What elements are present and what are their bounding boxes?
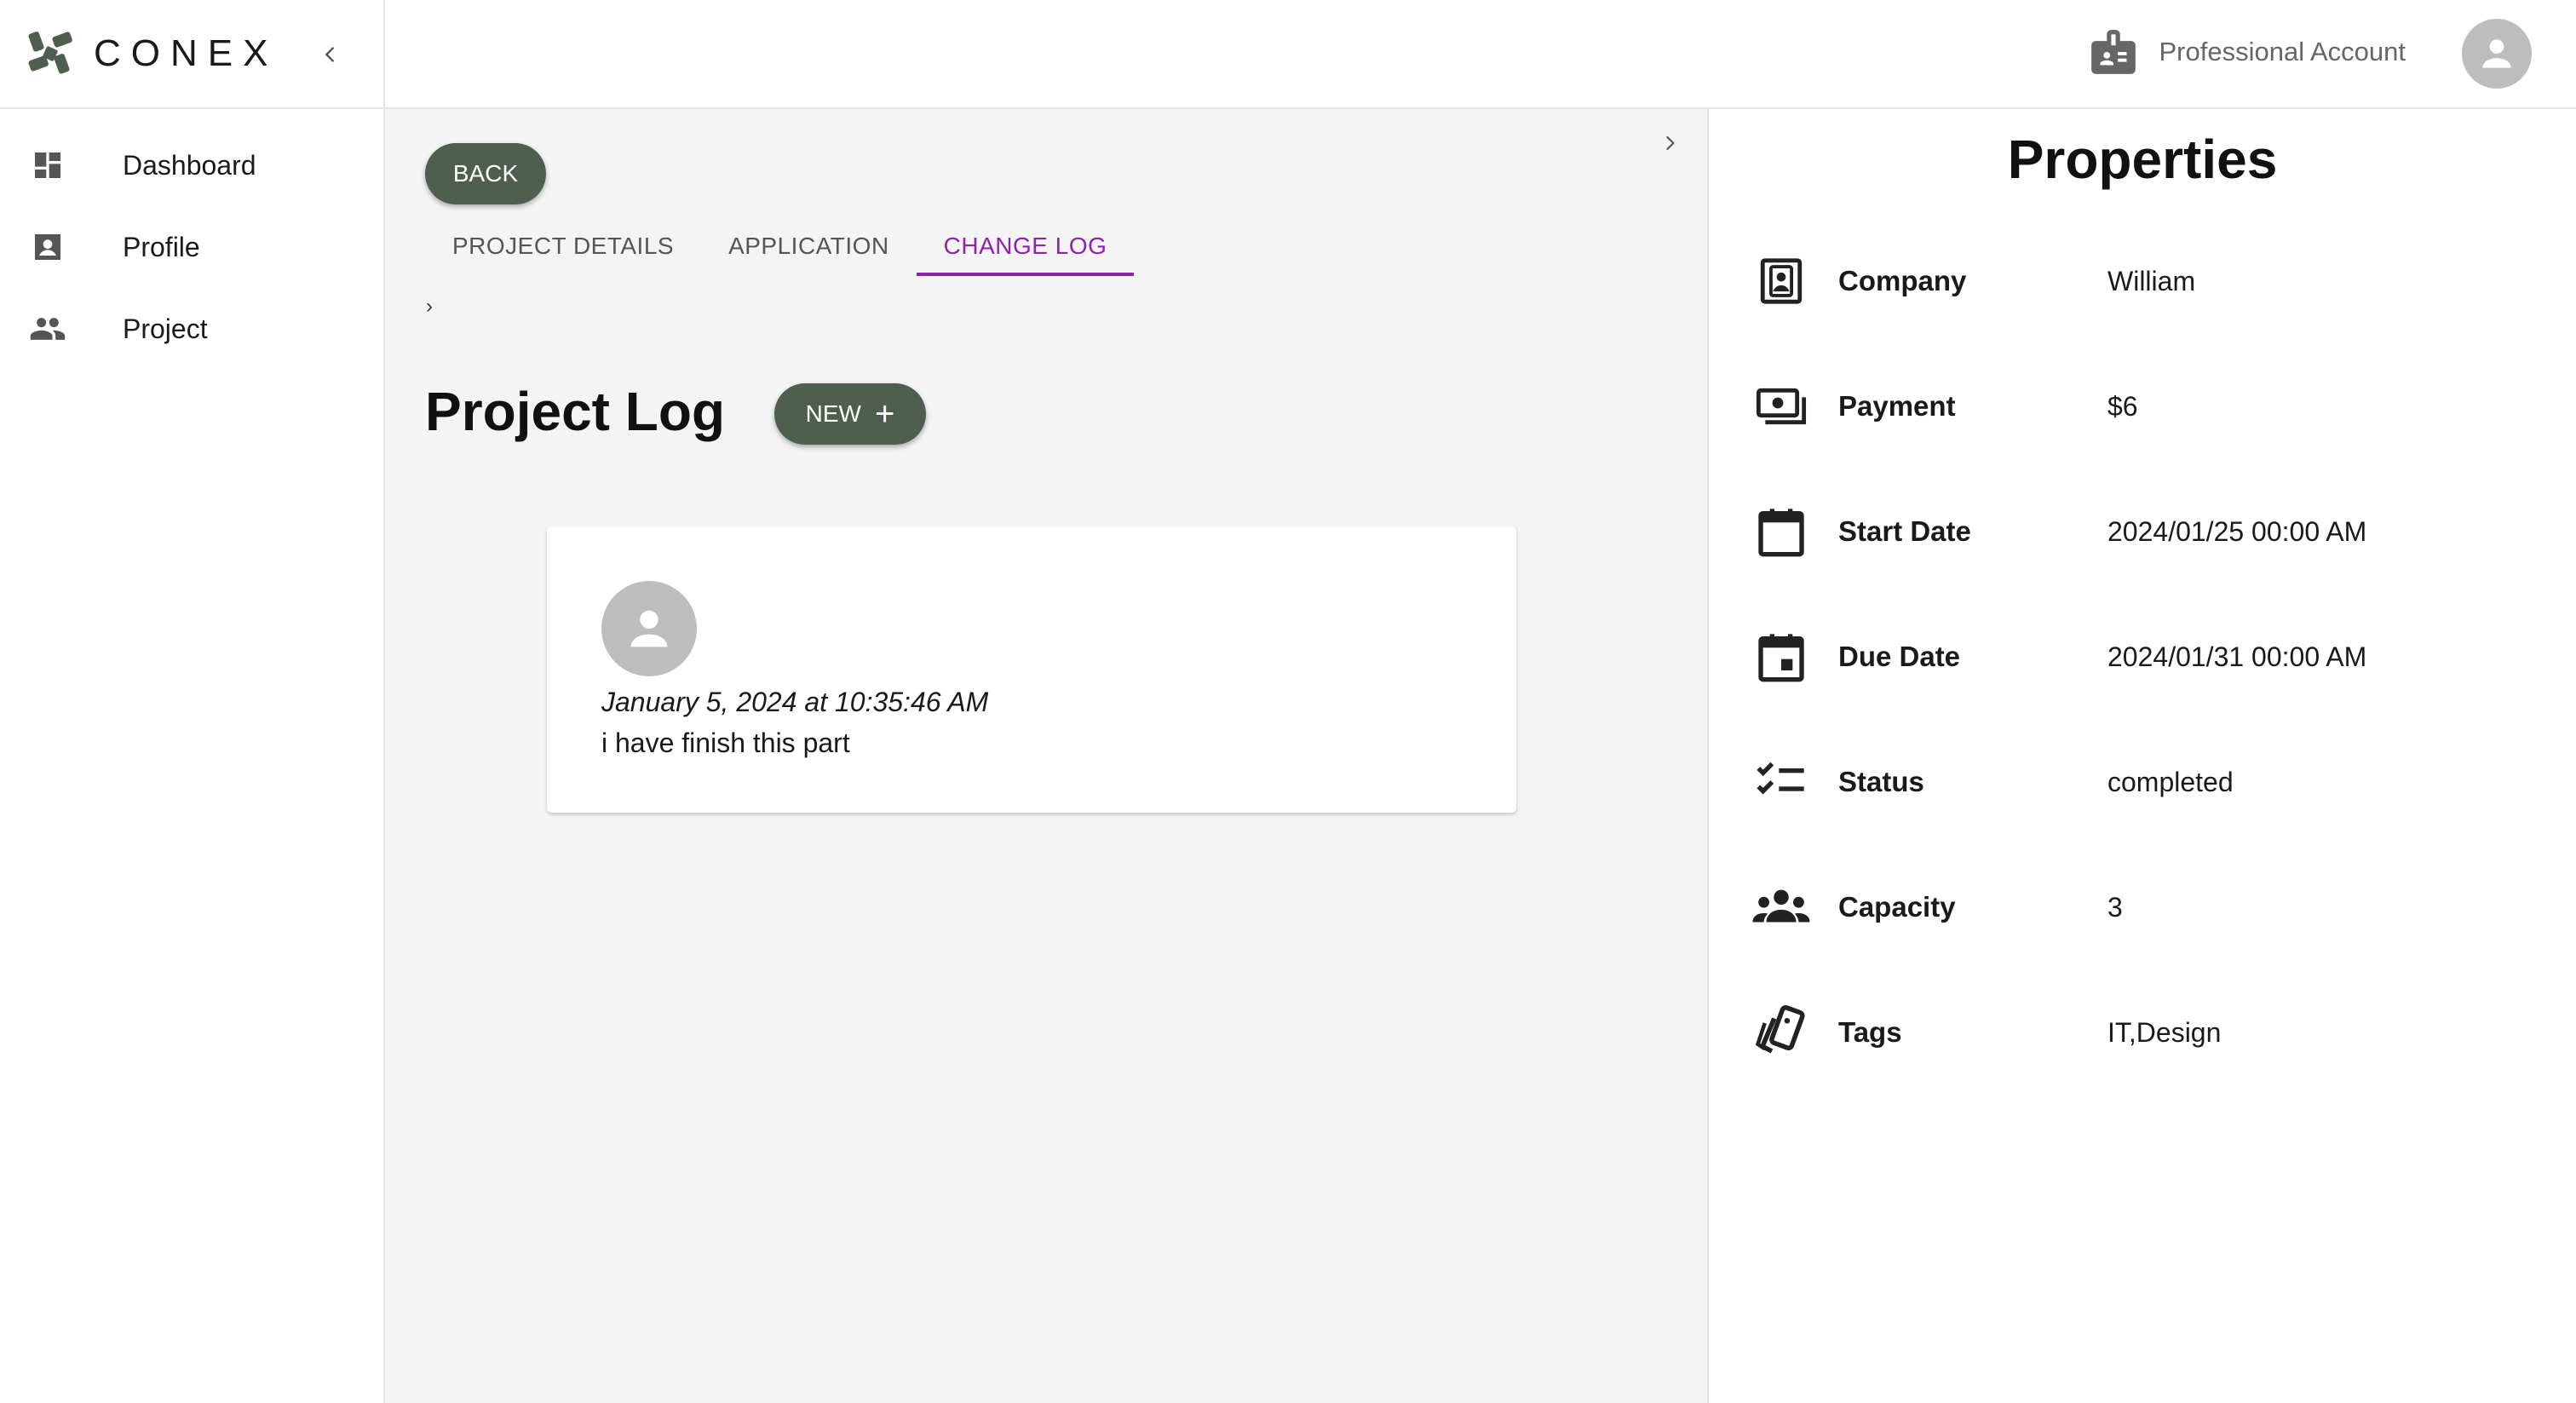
tags-icon: [1751, 1003, 1811, 1062]
log-text: i have finish this part: [601, 727, 850, 758]
properties-title: Properties: [2007, 129, 2278, 190]
property-row-capacity: Capacity 3: [1751, 877, 2123, 937]
brand: CONEX: [0, 0, 383, 109]
account-label: Professional Account: [2159, 37, 2406, 66]
property-label: Tags: [1838, 1016, 1902, 1048]
top-bar: Professional Account: [385, 0, 2576, 109]
sidebar-item-label: Profile: [123, 231, 200, 262]
property-row-due-date: Due Date 2024/01/31 00:00 AM: [1751, 627, 2366, 687]
payments-icon: [1751, 377, 1811, 436]
person-icon: [2482, 39, 2511, 68]
page-title: Project Log: [425, 381, 726, 442]
profile-icon: [27, 227, 68, 267]
expand-panel-button[interactable]: [1653, 126, 1687, 160]
new-log-button[interactable]: NEW +: [774, 383, 926, 445]
user-avatar[interactable]: [2462, 19, 2532, 89]
property-value: 2024/01/31 00:00 AM: [2107, 641, 2367, 672]
conex-logo-icon: [26, 29, 75, 78]
badge-icon: [2087, 26, 2140, 78]
log-timestamp: January 5, 2024 at 10:35:46 AM: [601, 687, 989, 717]
sidebar-item-label: Dashboard: [123, 149, 256, 181]
chevron-left-icon: [325, 47, 335, 62]
property-row-status: Status completed: [1751, 752, 2234, 812]
contact-icon: [1751, 251, 1811, 311]
sidebar-item-project[interactable]: Project: [0, 288, 383, 370]
dashboard-icon: [27, 145, 68, 186]
tab-change-log[interactable]: CHANGE LOG: [916, 216, 1135, 276]
property-value: 3: [2107, 891, 2123, 923]
breadcrumb[interactable]: ›: [426, 295, 433, 319]
tab-bar: PROJECT DETAILS APPLICATION CHANGE LOG: [425, 216, 1135, 276]
collapse-sidebar-button[interactable]: [310, 34, 351, 75]
tab-application[interactable]: APPLICATION: [701, 216, 917, 276]
back-button[interactable]: BACK: [425, 143, 546, 204]
property-value: William: [2107, 265, 2196, 296]
brand-name: CONEX: [94, 32, 279, 74]
property-label: Company: [1838, 265, 1967, 296]
groups-icon: [1751, 877, 1811, 937]
people-icon: [27, 308, 68, 349]
property-value: 2024/01/25 00:00 AM: [2107, 515, 2367, 547]
new-button-label: NEW: [805, 400, 861, 427]
tab-project-details[interactable]: PROJECT DETAILS: [425, 216, 701, 276]
property-label: Payment: [1838, 390, 1956, 422]
property-row-start-date: Start Date 2024/01/25 00:00 AM: [1751, 502, 2366, 561]
event-icon: [1751, 627, 1811, 687]
property-label: Start Date: [1838, 515, 1971, 547]
property-value: completed: [2107, 766, 2234, 797]
sidebar-item-dashboard[interactable]: Dashboard: [0, 124, 383, 206]
log-author-avatar: [601, 581, 697, 676]
main-content: BACK PROJECT DETAILS APPLICATION CHANGE …: [385, 109, 1709, 1403]
property-label: Capacity: [1838, 891, 1956, 923]
property-label: Status: [1838, 766, 1924, 797]
calendar-icon: [1751, 502, 1811, 561]
account-switcher[interactable]: Professional Account: [2087, 26, 2406, 78]
sidebar-item-label: Project: [123, 313, 208, 344]
chevron-right-icon: [1665, 135, 1675, 151]
person-icon: [630, 610, 668, 647]
checklist-icon: [1751, 752, 1811, 812]
sidebar: CONEX Dashboard Profile Project: [0, 0, 385, 1403]
property-row-tags: Tags IT,Design: [1751, 1003, 2221, 1062]
property-value: IT,Design: [2107, 1016, 2222, 1048]
sidebar-nav: Dashboard Profile Project: [0, 109, 383, 370]
property-value: $6: [2107, 390, 2138, 422]
log-entry-card: January 5, 2024 at 10:35:46 AM i have fi…: [547, 526, 1516, 813]
properties-panel: Properties Company William Payment $6 St…: [1709, 109, 2576, 1403]
plus-icon: +: [874, 395, 895, 433]
sidebar-item-profile[interactable]: Profile: [0, 206, 383, 288]
property-row-company: Company William: [1751, 251, 2195, 311]
property-label: Due Date: [1838, 641, 1961, 672]
property-row-payment: Payment $6: [1751, 377, 2138, 436]
